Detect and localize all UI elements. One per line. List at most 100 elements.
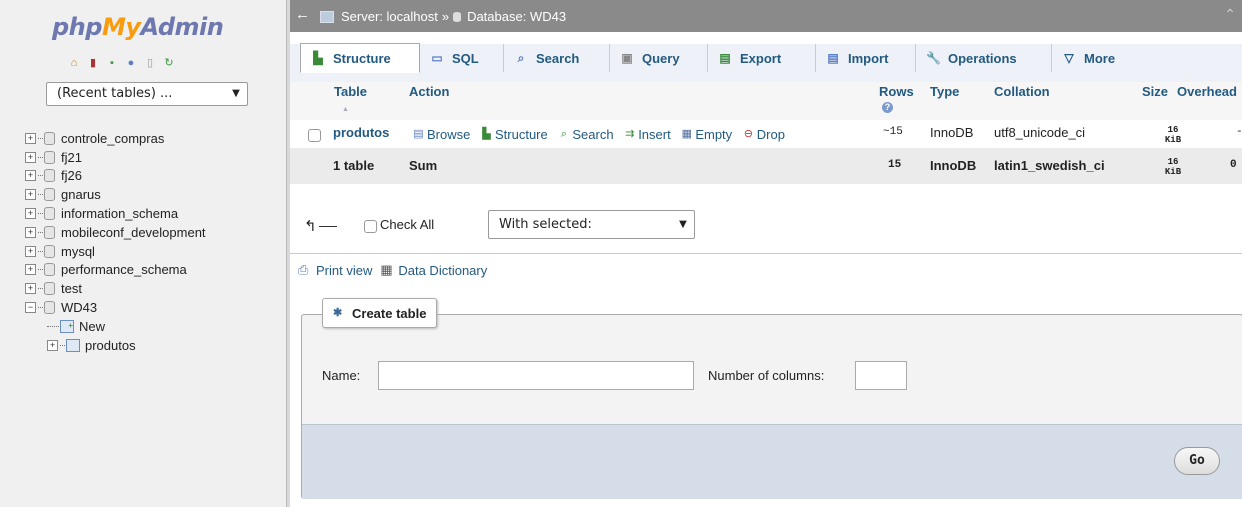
tab-sql[interactable]: ▭ SQL: [420, 44, 504, 72]
data-dictionary-link[interactable]: Data Dictionary: [398, 263, 487, 278]
tree-item-mobileconf-development[interactable]: + mobileconf_development: [25, 223, 206, 242]
query-window-icon[interactable]: ▪: [106, 57, 118, 69]
header-collation[interactable]: Collation: [994, 84, 1050, 99]
sum-rows: 15: [888, 159, 902, 171]
database-icon: [44, 150, 55, 164]
data-dictionary-icon: ▦: [380, 262, 393, 277]
sum-overhead: 0 B: [1230, 159, 1242, 171]
collapse-header-icon[interactable]: ⌃: [1224, 6, 1236, 23]
tree-item-label[interactable]: mysql: [61, 244, 95, 259]
browse-action[interactable]: ▤ Browse: [412, 127, 470, 142]
tree-item-fj21[interactable]: + fj21: [25, 148, 206, 167]
with-selected-select[interactable]: With selected: ▼: [488, 210, 695, 239]
search-action[interactable]: ⌕ Search: [557, 127, 614, 142]
breadcrumb-server[interactable]: Server: localhost: [341, 9, 438, 24]
tree-item-label[interactable]: controle_compras: [61, 131, 164, 146]
tab-more[interactable]: ▽ More: [1052, 44, 1142, 72]
print-view-link[interactable]: Print view: [316, 263, 372, 278]
structure-icon: ▙: [313, 50, 323, 65]
tree-item-label[interactable]: fj21: [61, 150, 82, 165]
tree-item-wd43[interactable]: − WD43: [25, 298, 206, 317]
tree-item-test[interactable]: + test: [25, 279, 206, 298]
tab-operations[interactable]: 🔧 Operations: [916, 44, 1052, 72]
header-type[interactable]: Type: [930, 84, 959, 99]
tree-item-label[interactable]: fj26: [61, 168, 82, 183]
create-table-legend: ✱ Create table: [322, 298, 438, 328]
row-checkbox[interactable]: [308, 129, 321, 142]
back-arrow-icon[interactable]: ←: [295, 6, 310, 23]
insert-action[interactable]: ⇉ Insert: [623, 127, 671, 142]
table-name-input[interactable]: [378, 361, 694, 390]
header-overhead[interactable]: Overhead: [1177, 84, 1237, 99]
expand-icon[interactable]: +: [47, 339, 58, 351]
recent-tables-select[interactable]: (Recent tables) ... ▼: [46, 82, 248, 106]
phpmyadmin-logo[interactable]: phpMyAdmin: [52, 13, 224, 41]
sum-engine: InnoDB: [930, 158, 977, 173]
tree-item-fj26[interactable]: + fj26: [25, 167, 206, 186]
header-rows[interactable]: Rows: [879, 84, 914, 99]
columns-label: Number of columns:: [708, 368, 825, 383]
tree-item-controle-compras[interactable]: + controle_compras: [25, 129, 206, 148]
docs-icon[interactable]: ▯: [144, 57, 156, 69]
tree-item-label[interactable]: test: [61, 281, 82, 296]
expand-icon[interactable]: +: [25, 283, 36, 295]
table-icon: [66, 338, 80, 352]
table-row: produtos ▤ Browse ▙ Structure ⌕ Search ⇉ Ins…: [290, 120, 1242, 148]
tree-item-label[interactable]: produtos: [85, 338, 136, 353]
tree-item-produtos[interactable]: + produtos: [25, 336, 206, 355]
go-button[interactable]: Go: [1174, 447, 1220, 475]
tree-item-label[interactable]: mobileconf_development: [61, 225, 206, 240]
row-actions: ▤ Browse ▙ Structure ⌕ Search ⇉ Insert ▦ Empt…: [412, 125, 791, 142]
reload-icon[interactable]: ↻: [163, 57, 175, 69]
database-icon: [44, 263, 55, 277]
size-value[interactable]: 16 KiB: [1160, 125, 1186, 145]
structure-icon: ▙: [482, 128, 491, 140]
tree-item-label[interactable]: gnarus: [61, 187, 101, 202]
check-all-label[interactable]: Check All: [380, 217, 434, 232]
tree-item-gnarus[interactable]: + gnarus: [25, 185, 206, 204]
search-icon: ⌕: [560, 128, 567, 140]
search-icon: ⌕: [517, 50, 525, 65]
expand-icon[interactable]: +: [25, 245, 36, 257]
tree-item-performance-schema[interactable]: + performance_schema: [25, 261, 206, 280]
overhead-value: -: [1236, 126, 1242, 138]
number-of-columns-input[interactable]: [855, 361, 907, 390]
logout-icon[interactable]: ▮: [87, 57, 99, 69]
tab-query[interactable]: ▣ Query: [610, 44, 708, 72]
navigation-panel: phpMyAdmin ⌂ ▮ ▪ ● ▯ ↻ (Recent tables) .…: [0, 0, 287, 507]
expand-icon[interactable]: +: [25, 132, 36, 144]
structure-action[interactable]: ▙ Structure: [480, 127, 547, 142]
tree-item-label[interactable]: performance_schema: [61, 262, 187, 277]
expand-icon[interactable]: +: [25, 226, 36, 238]
tree-item-label[interactable]: WD43: [61, 300, 97, 315]
tab-import[interactable]: ▤ Import: [816, 44, 916, 72]
breadcrumb-database[interactable]: Database: WD43: [467, 9, 566, 24]
help-icon[interactable]: ?: [882, 102, 893, 113]
home-icon[interactable]: ⌂: [68, 57, 80, 69]
header-size[interactable]: Size: [1142, 84, 1168, 99]
expand-icon[interactable]: +: [25, 208, 36, 220]
tab-label: Structure: [333, 50, 391, 66]
expand-icon[interactable]: +: [25, 170, 36, 182]
expand-icon[interactable]: +: [25, 151, 36, 163]
database-icon: [44, 169, 55, 183]
expand-icon[interactable]: +: [25, 264, 36, 276]
tab-structure[interactable]: ▙ Structure: [300, 43, 420, 73]
table-name-link[interactable]: produtos: [333, 125, 389, 140]
tab-search[interactable]: ⌕ Search: [504, 44, 610, 72]
tab-export[interactable]: ▤ Export: [708, 44, 816, 72]
documentation-icon[interactable]: ●: [125, 57, 137, 69]
expand-icon[interactable]: +: [25, 189, 36, 201]
empty-action[interactable]: ▦ Empty: [680, 127, 733, 142]
check-all-checkbox[interactable]: [364, 220, 377, 233]
tree-item-mysql[interactable]: + mysql: [25, 242, 206, 261]
collapse-icon[interactable]: −: [25, 302, 36, 314]
tree-item-new-table[interactable]: + New: [25, 317, 206, 336]
drop-action[interactable]: ⊖ Drop: [742, 127, 785, 142]
tab-label: Export: [740, 50, 782, 66]
import-icon: ▤: [827, 50, 839, 65]
header-table[interactable]: Table: [334, 84, 367, 99]
tree-item-information-schema[interactable]: + information_schema: [25, 204, 206, 223]
tree-item-label[interactable]: New: [79, 319, 105, 334]
tree-item-label[interactable]: information_schema: [61, 206, 178, 221]
